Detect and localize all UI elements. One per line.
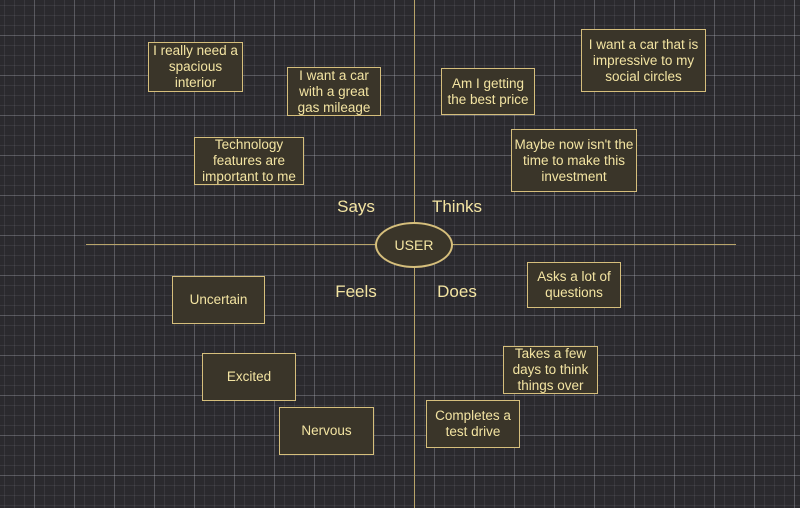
user-node[interactable]: USER [375,222,453,268]
note-feels[interactable]: Excited [202,353,296,401]
note-says[interactable]: Technology features are important to me [194,137,304,185]
note-thinks[interactable]: Maybe now isn't the time to make this in… [511,129,637,192]
note-does[interactable]: Takes a few days to think things over [503,346,598,394]
note-does[interactable]: Completes a test drive [426,400,520,448]
note-feels[interactable]: Nervous [279,407,374,455]
note-does[interactable]: Asks a lot of questions [527,262,621,308]
quadrant-label-thinks: Thinks [431,197,483,216]
quadrant-label-does: Does [437,282,477,301]
note-thinks[interactable]: I want a car that is impressive to my so… [581,29,706,92]
note-feels[interactable]: Uncertain [172,276,265,324]
note-says[interactable]: I really need a spacious interior [148,42,243,92]
quadrant-label-says: Says [337,197,375,216]
note-says[interactable]: I want a car with a great gas mileage [287,67,381,116]
note-thinks[interactable]: Am I getting the best price [441,68,535,115]
quadrant-label-feels: Feels [335,282,377,301]
